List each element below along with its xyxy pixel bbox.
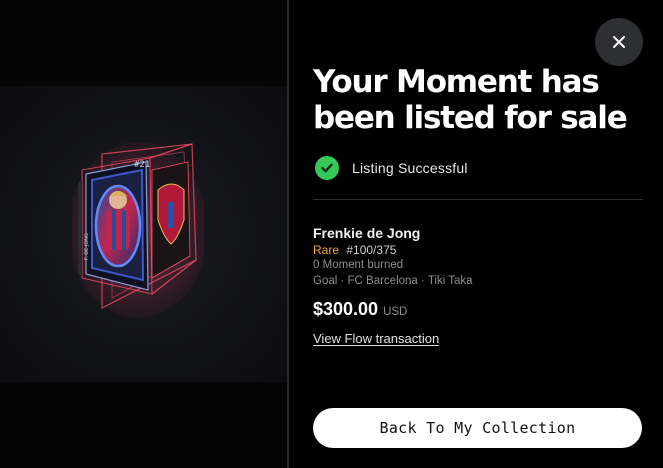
listing-status-text: Listing Successful <box>352 160 468 176</box>
moment-media-pane: #21 F. DE JONG <box>0 0 287 468</box>
card-jersey-number: #21 <box>134 160 150 170</box>
listing-price: $300.00 <box>313 299 379 319</box>
pane-divider <box>287 0 289 468</box>
view-flow-transaction-link[interactable]: View Flow transaction <box>313 331 439 346</box>
rarity-row: Rare #100/375 <box>313 243 396 257</box>
check-circle-icon <box>315 156 339 180</box>
back-to-collection-button[interactable]: Back To My Collection <box>313 408 642 448</box>
modal-title: Your Moment has been listed for sale <box>313 64 628 136</box>
rarity-badge: Rare <box>313 243 340 257</box>
player-name: Frenkie de Jong <box>313 225 421 241</box>
price-currency: USD <box>383 306 408 318</box>
price-row: $300.00 USD <box>313 299 407 320</box>
moment-card-image: #21 F. DE JONG <box>72 142 204 318</box>
listing-status: Listing Successful <box>315 156 468 180</box>
moment-details: Goal · FC Barcelona · Tiki Taka <box>313 275 473 287</box>
listing-success-modal: #21 F. DE JONG Your Moment has been list… <box>0 0 663 468</box>
close-icon <box>613 36 625 48</box>
close-button[interactable] <box>595 18 643 66</box>
serial-number: #100/375 <box>346 243 397 257</box>
burned-count: 0 Moment burned <box>313 259 404 271</box>
card-player-text: F. DE JONG <box>84 233 90 260</box>
divider <box>313 199 643 200</box>
